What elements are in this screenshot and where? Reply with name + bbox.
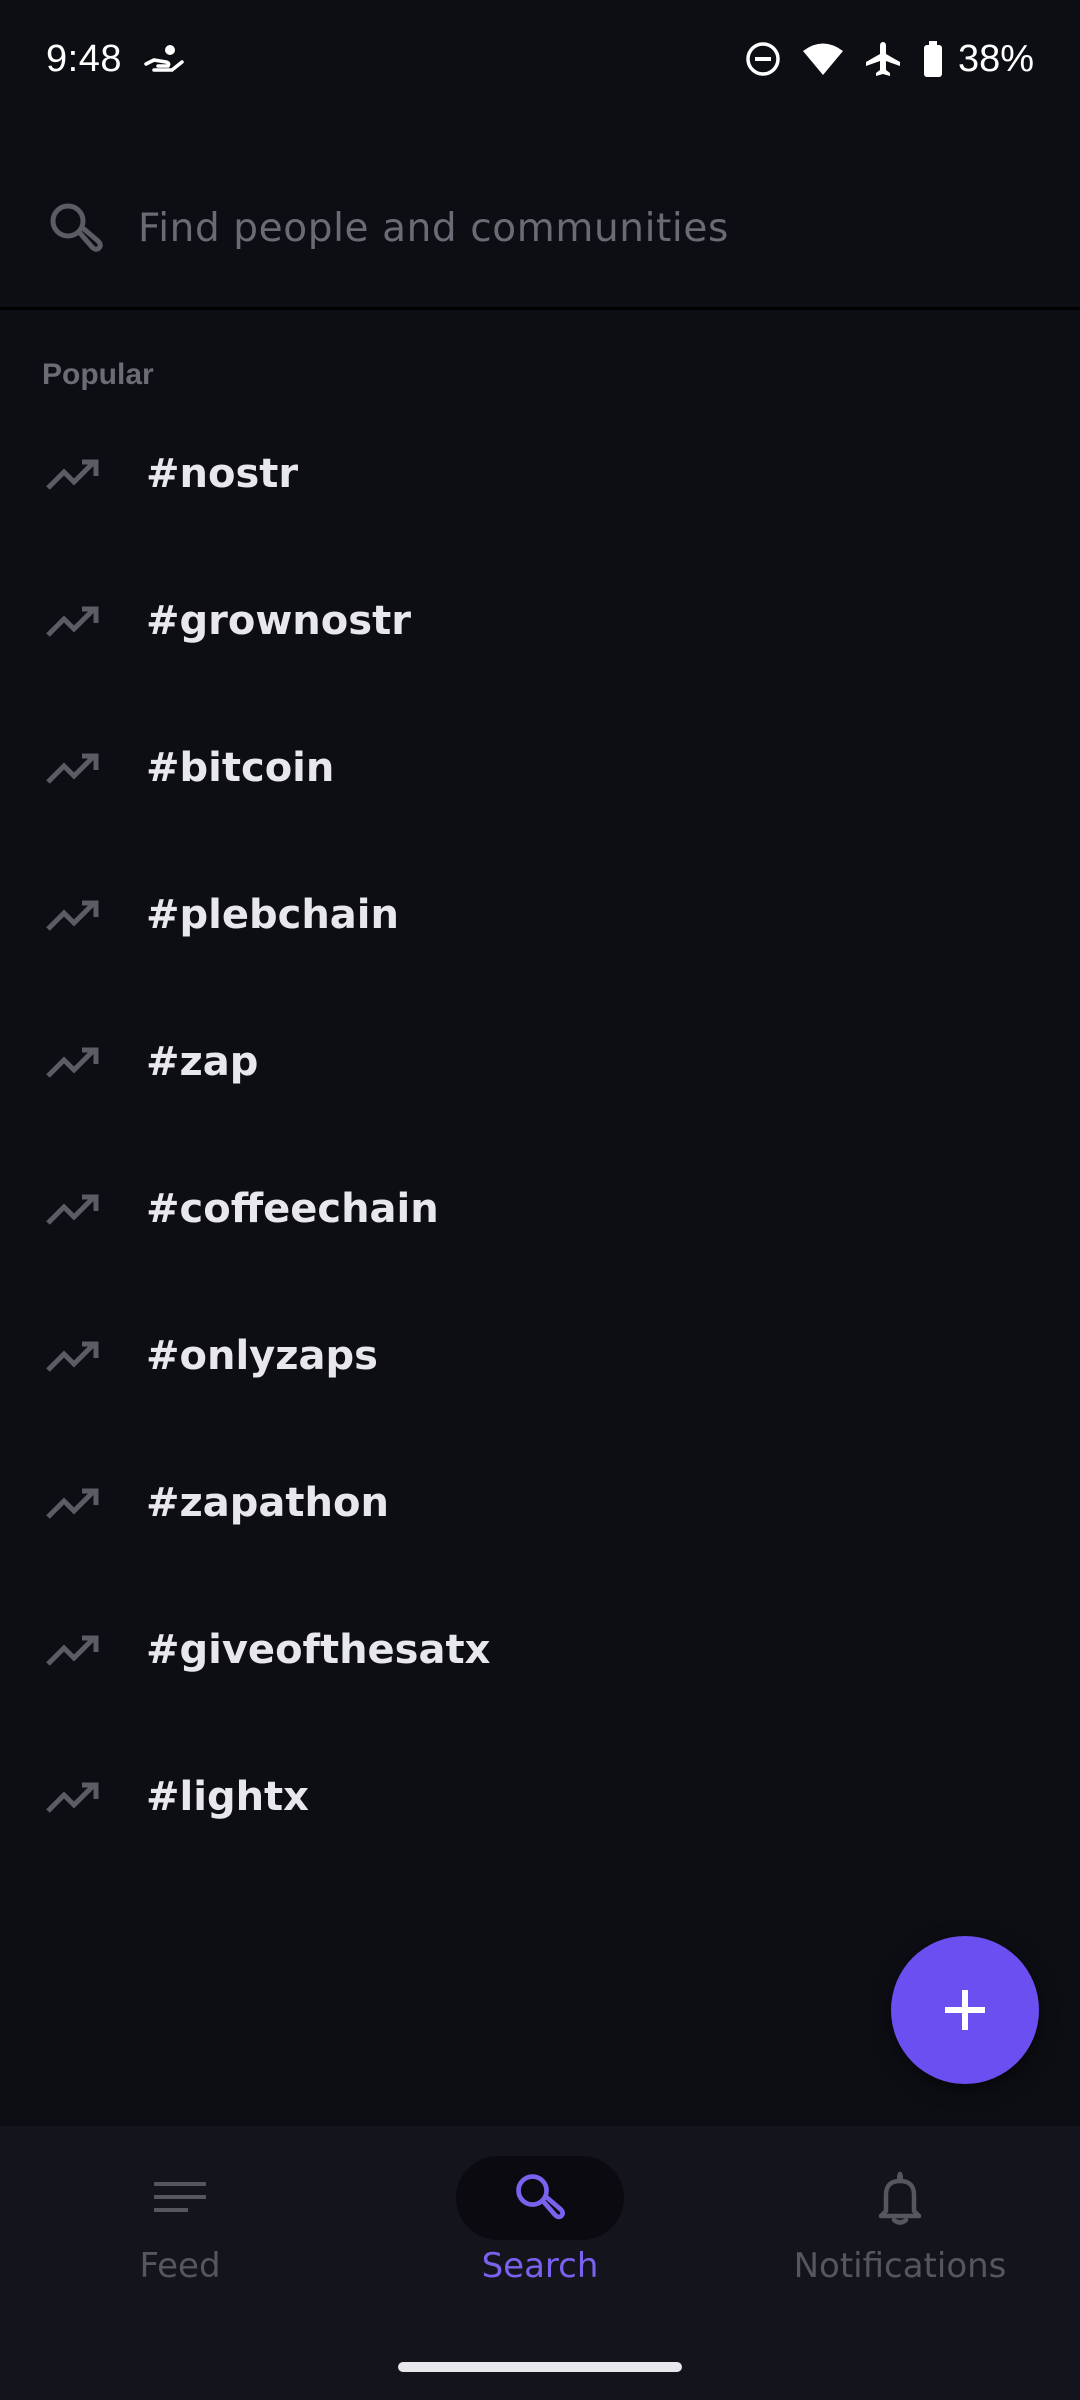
list-item[interactable]: #zap [0, 988, 1080, 1135]
hashtag-label: #lightx [146, 1773, 309, 1820]
nav-icon-container [816, 2156, 984, 2240]
trending-up-icon [44, 1483, 104, 1523]
nav-icon-container [456, 2156, 624, 2240]
list-item[interactable]: #grownostr [0, 547, 1080, 694]
list-item[interactable]: #bitcoin [0, 694, 1080, 841]
status-right: 38% [744, 38, 1034, 81]
popular-hashtag-list: #nostr #grownostr #bitcoin #plebchain #z… [0, 400, 1080, 1870]
list-item[interactable]: #zapathon [0, 1429, 1080, 1576]
nav-label-notifications: Notifications [793, 2246, 1007, 2286]
trending-up-icon [44, 454, 104, 494]
nav-item-notifications[interactable]: Notifications [720, 2126, 1080, 2400]
hashtag-label: #plebchain [146, 891, 399, 938]
nav-item-feed[interactable]: Feed [0, 2126, 360, 2400]
bottom-navigation: Feed Search Notifications [0, 2126, 1080, 2400]
list-item[interactable]: #plebchain [0, 841, 1080, 988]
feed-icon [152, 2178, 208, 2218]
wifi-icon [802, 42, 844, 76]
list-item[interactable]: #nostr [0, 400, 1080, 547]
trending-up-icon [44, 895, 104, 935]
trending-up-icon [44, 748, 104, 788]
list-item[interactable]: #giveofthesatx [0, 1576, 1080, 1723]
new-post-button[interactable] [891, 1936, 1039, 2084]
airplane-icon [864, 40, 902, 78]
status-bar: 9:48 38% [0, 0, 1080, 118]
trending-up-icon [44, 601, 104, 641]
nav-label-feed: Feed [139, 2246, 221, 2286]
search-icon [512, 2170, 568, 2226]
trending-up-icon [44, 1777, 104, 1817]
status-time: 9:48 [46, 37, 122, 80]
hashtag-label: #coffeechain [146, 1185, 439, 1232]
battery-percent: 38% [957, 37, 1034, 80]
hand-coin-icon [144, 42, 184, 76]
hashtag-label: #nostr [146, 450, 299, 497]
search-icon [46, 199, 106, 259]
search-input[interactable] [138, 206, 1038, 251]
nav-item-search[interactable]: Search [360, 2126, 720, 2400]
trending-up-icon [44, 1630, 104, 1670]
do-not-disturb-icon [744, 40, 782, 78]
list-item[interactable]: #onlyzaps [0, 1282, 1080, 1429]
hashtag-label: #zapathon [146, 1479, 389, 1526]
hashtag-label: #bitcoin [146, 744, 335, 791]
trending-up-icon [44, 1189, 104, 1229]
plus-icon [943, 1988, 987, 2032]
hashtag-label: #giveofthesatx [146, 1626, 491, 1673]
hashtag-label: #onlyzaps [146, 1332, 378, 1379]
list-item[interactable]: #coffeechain [0, 1135, 1080, 1282]
list-item[interactable]: #lightx [0, 1723, 1080, 1870]
nav-label-search: Search [481, 2246, 599, 2286]
hashtag-label: #zap [146, 1038, 259, 1085]
bell-icon [876, 2171, 924, 2225]
home-indicator[interactable] [398, 2362, 682, 2372]
search-bar[interactable] [0, 150, 1080, 310]
trending-up-icon [44, 1042, 104, 1082]
trending-up-icon [44, 1336, 104, 1376]
nav-icon-container [96, 2156, 264, 2240]
status-left: 9:48 [46, 38, 184, 81]
hashtag-label: #grownostr [146, 597, 411, 644]
popular-section-label: Popular [42, 358, 154, 391]
battery-icon [922, 40, 944, 78]
